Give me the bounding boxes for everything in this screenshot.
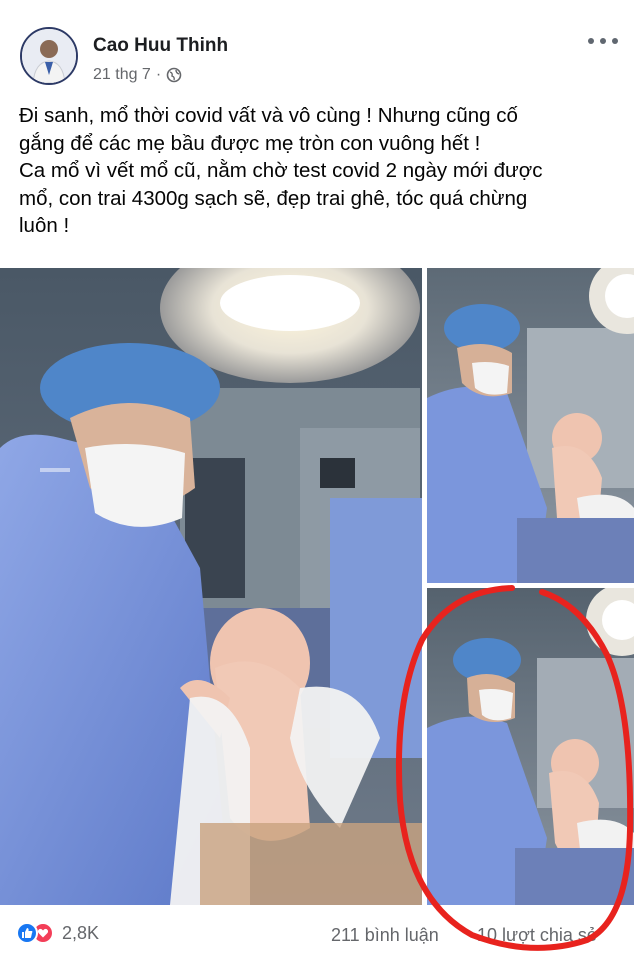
globe-icon	[166, 67, 182, 83]
meta-separator: ·	[155, 66, 162, 83]
more-dot	[600, 38, 606, 44]
comments-count[interactable]: 211 bình luận	[331, 925, 439, 946]
like-icon	[16, 922, 38, 944]
more-horizontal-icon	[588, 38, 594, 44]
post-footer: 2,8K 211 bình luận 10 lượt chia sẻ	[0, 905, 634, 960]
shares-count[interactable]: 10 lượt chia sẻ	[477, 925, 597, 946]
avatar[interactable]	[20, 27, 78, 85]
post-text-line: gắng để các mẹ bầu được mẹ tròn con vuôn…	[19, 131, 481, 155]
more-options-button[interactable]	[588, 34, 618, 48]
post-text-line: Đi sanh, mổ thời covid vất và vô cùng ! …	[19, 104, 518, 127]
post-date[interactable]: 21 thg 7	[93, 66, 151, 84]
reactions-summary[interactable]: 2,8K	[16, 922, 99, 944]
post-header: Cao Huu Thinh 21 thg 7 ·	[0, 0, 634, 96]
post-text-line: luôn !	[19, 214, 70, 237]
author-name[interactable]: Cao Huu Thinh	[93, 35, 228, 57]
photo-grid	[0, 268, 634, 905]
reaction-count: 2,8K	[62, 922, 100, 943]
photo-bottom-right[interactable]	[427, 588, 634, 905]
photo-main[interactable]	[0, 268, 422, 905]
post-text: Đi sanh, mổ thời covid vất và vô cùng ! …	[19, 102, 619, 240]
photo-top-right[interactable]	[427, 268, 634, 583]
post-meta: 21 thg 7 ·	[93, 66, 182, 84]
more-dot	[612, 38, 618, 44]
post-text-line: Ca mổ vì vết mổ cũ, nằm chờ test covid 2…	[19, 159, 543, 182]
post-text-line: mổ, con trai 4300g sạch sẽ, đẹp trai ghê…	[19, 186, 528, 210]
